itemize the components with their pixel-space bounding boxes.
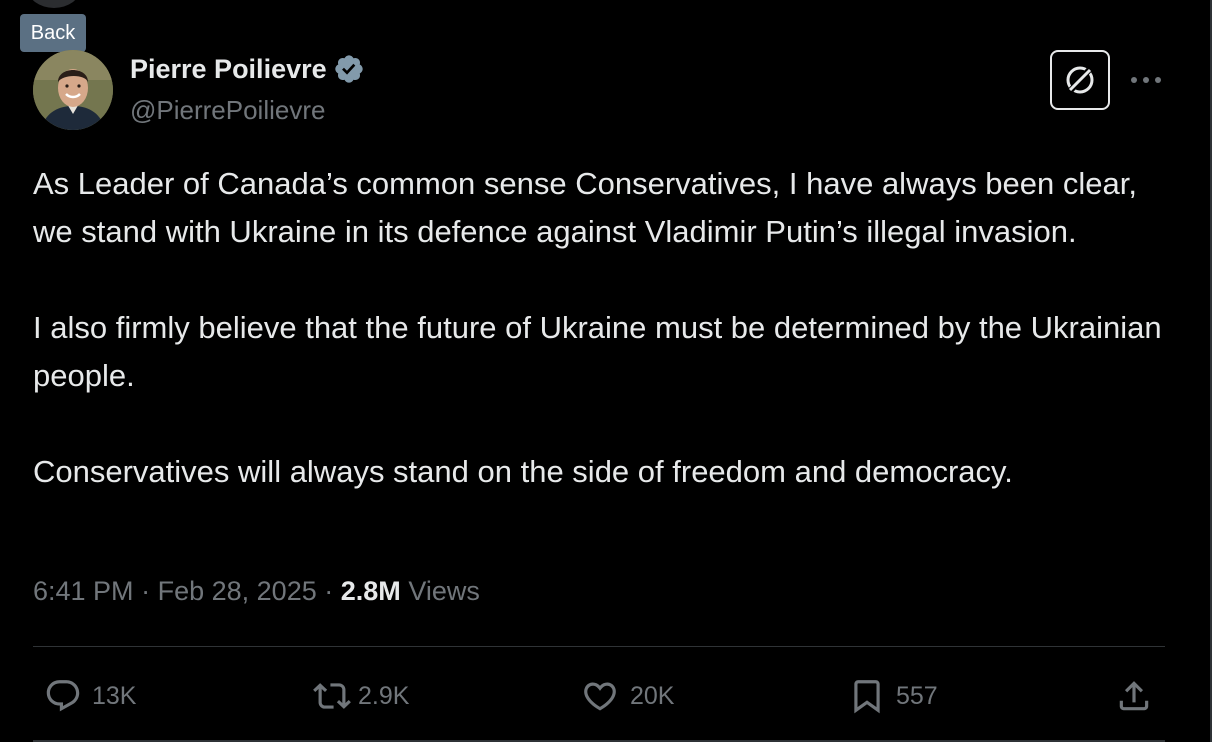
like-count: 20K — [630, 681, 675, 710]
author-handle[interactable]: @PierrePoilievre — [130, 95, 325, 126]
grok-button[interactable] — [1050, 50, 1110, 110]
repost-icon — [313, 683, 351, 709]
bookmark-button[interactable]: 557 — [848, 674, 938, 718]
tweet-detail-view: Back Pierre Poilievre @PierrePoilievre A… — [0, 0, 1212, 742]
share-icon — [1119, 681, 1149, 711]
heart-icon — [584, 682, 616, 711]
repost-count: 2.9K — [358, 681, 410, 710]
tweet-meta: 6:41 PM · Feb 28, 2025 · 2.8M Views — [33, 576, 480, 607]
views-label: Views — [408, 576, 480, 606]
meta-separator: · — [324, 576, 334, 606]
back-tooltip: Back — [20, 14, 86, 52]
repost-button[interactable]: 2.9K — [310, 674, 409, 718]
more-horizontal-icon — [1131, 77, 1161, 83]
bookmark-icon — [854, 680, 880, 714]
tweet-date[interactable]: Feb 28, 2025 — [158, 576, 317, 606]
tweet-paragraph: I also firmly believe that the future of… — [33, 310, 1162, 393]
share-button[interactable] — [1115, 674, 1153, 718]
meta-separator: · — [141, 576, 151, 606]
avatar-photo — [33, 50, 113, 130]
reply-count: 13K — [92, 681, 137, 710]
like-button[interactable]: 20K — [580, 674, 674, 718]
verified-badge-icon[interactable] — [333, 53, 365, 85]
author-name-text: Pierre Poilievre — [130, 53, 327, 84]
bookmark-count: 557 — [896, 681, 938, 710]
reply-button[interactable]: 13K — [44, 674, 136, 718]
more-button[interactable] — [1128, 66, 1164, 94]
author-name[interactable]: Pierre Poilievre — [130, 53, 365, 85]
grok-icon — [1066, 66, 1094, 94]
avatar[interactable] — [33, 50, 113, 130]
reply-icon — [46, 680, 80, 712]
views-count[interactable]: 2.8M — [341, 576, 401, 606]
tweet-time[interactable]: 6:41 PM — [33, 576, 134, 606]
tweet-text: As Leader of Canada’s common sense Conse… — [33, 160, 1183, 496]
tweet-paragraph: As Leader of Canada’s common sense Conse… — [33, 166, 1137, 249]
tweet-paragraph: Conservatives will always stand on the s… — [33, 454, 1013, 489]
back-button[interactable] — [28, 0, 80, 8]
divider — [33, 646, 1165, 647]
